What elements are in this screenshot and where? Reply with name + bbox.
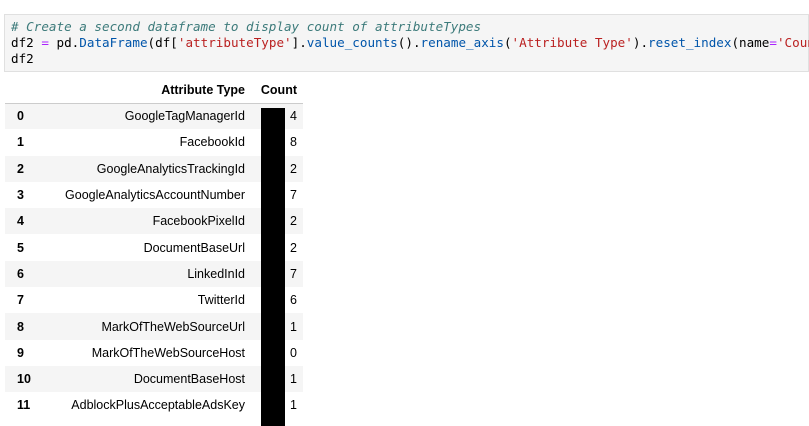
- count-header: Count: [251, 78, 303, 104]
- code-line-df2: df2: [11, 51, 34, 66]
- table-row: 8 MarkOfTheWebSourceUrl 1: [5, 313, 303, 340]
- code-token: rename_axis: [420, 35, 504, 50]
- code-token: (: [503, 35, 512, 50]
- code-comment: # Create a second dataframe to display c…: [11, 19, 482, 34]
- index-header: [5, 78, 45, 104]
- attribute-type-cell: FacebookId: [179, 135, 245, 150]
- attribute-type-cell: GoogleTagManagerId: [124, 109, 245, 124]
- code-token: ).: [632, 35, 649, 50]
- attribute-type-cell: AdblockPlusAcceptableAdsKey: [71, 398, 245, 413]
- code-token: =: [41, 35, 49, 50]
- table-row: 11 AdblockPlusAcceptableAdsKey 1: [5, 392, 303, 418]
- code-token: 'Count': [776, 35, 809, 50]
- table-row: 0 GoogleTagManagerId 4: [5, 103, 303, 130]
- table-row: 9 MarkOfTheWebSourceHost 0: [5, 340, 303, 366]
- table-row: 5 DocumentBaseUrl 2: [5, 234, 303, 260]
- attribute-type-cell: LinkedInId: [187, 266, 245, 281]
- row-index: 8: [17, 319, 24, 334]
- code-token: df2: [11, 35, 42, 50]
- table-header-row: Attribute Type Count: [5, 78, 303, 104]
- attribute-type-cell: DocumentBaseHost: [133, 372, 245, 387]
- table-row: 1 FacebookId 8: [5, 129, 303, 155]
- table-row: 3 GoogleAnalyticsAccountNumber 7: [5, 182, 303, 208]
- code-token: value_counts: [306, 35, 398, 50]
- attribute-type-cell: MarkOfTheWebSourceHost: [91, 345, 245, 360]
- row-index: 4: [17, 214, 24, 229]
- attribute-type-cell: DocumentBaseUrl: [143, 240, 245, 255]
- row-index: 9: [17, 345, 24, 360]
- code-token: (df[: [147, 35, 178, 50]
- code-token: reset_index: [648, 35, 732, 50]
- attribute-type-cell: GoogleAnalyticsTrackingId: [96, 161, 245, 176]
- code-token: =: [769, 35, 777, 50]
- table-row: 10 DocumentBaseHost 1: [5, 365, 303, 393]
- code-token: ].: [291, 35, 307, 50]
- code-token: ().: [397, 35, 421, 50]
- row-index: 1: [17, 135, 24, 150]
- table-row: 7 TwitterId 6: [5, 287, 303, 313]
- code-line-dataframe: df2 = pd.DataFrame(df['attributeType'].v…: [11, 35, 809, 51]
- row-index: 10: [17, 372, 31, 387]
- code-token: 'attributeType': [177, 35, 292, 50]
- code-cell[interactable]: # Create a second dataframe to display c…: [4, 14, 809, 72]
- redaction-bar: [261, 108, 285, 426]
- table-row: 4 FacebookPixelId 2: [5, 208, 303, 235]
- code-token: (name: [731, 35, 770, 50]
- code-token: 'Attribute Type': [511, 35, 633, 50]
- attribute-type-cell: MarkOfTheWebSourceUrl: [101, 319, 245, 334]
- attribute-type-cell: FacebookPixelId: [152, 214, 245, 229]
- dataframe-output: Attribute Type Count 0 GoogleTagManagerId…: [5, 78, 303, 419]
- table-row: 2 GoogleAnalyticsTrackingId 2: [5, 155, 303, 182]
- row-index: 0: [17, 109, 24, 124]
- code-token: DataFrame: [79, 35, 148, 50]
- attribute-type-header: Attribute Type: [45, 78, 251, 104]
- row-index: 7: [17, 293, 24, 308]
- row-index: 5: [17, 240, 24, 255]
- row-index: 3: [17, 188, 24, 203]
- attribute-type-cell: GoogleAnalyticsAccountNumber: [65, 188, 245, 203]
- code-token: pd.: [48, 35, 80, 50]
- row-index: 6: [17, 266, 24, 281]
- attribute-type-cell: TwitterId: [197, 293, 245, 308]
- row-index: 11: [17, 398, 31, 413]
- table-row: 6 LinkedInId 7: [5, 260, 303, 288]
- row-index: 2: [17, 161, 24, 176]
